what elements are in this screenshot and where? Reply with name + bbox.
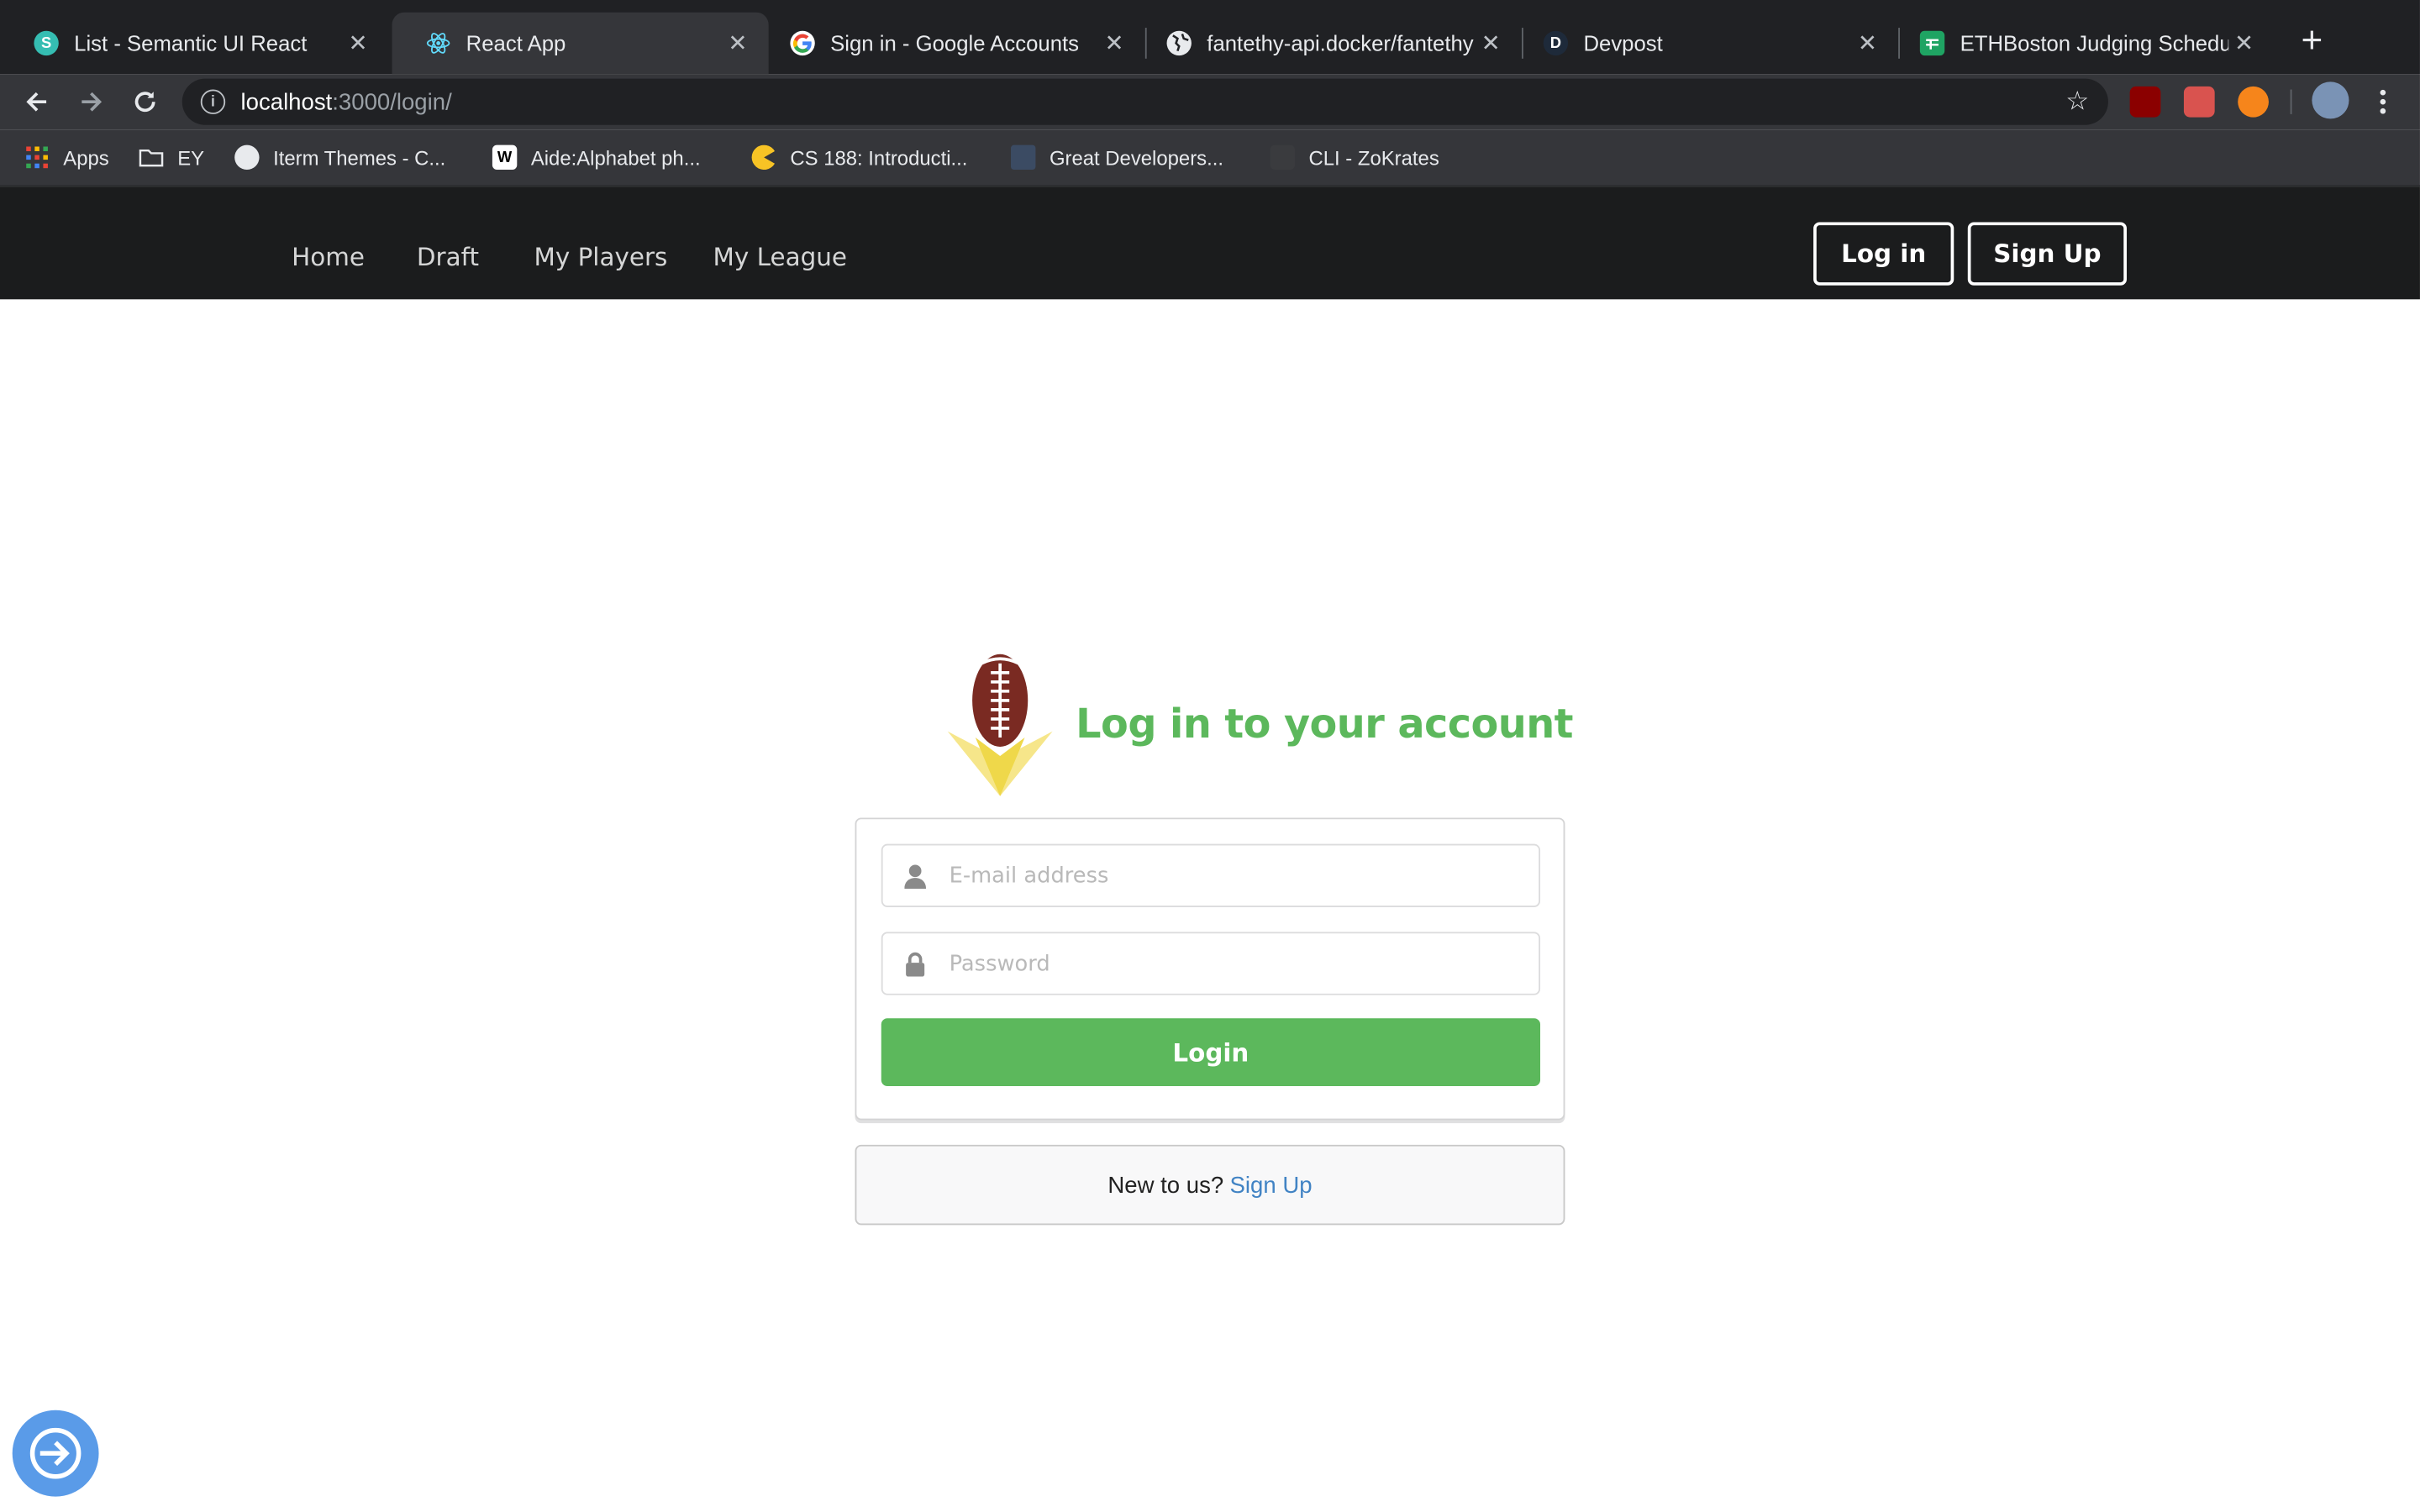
url-text: localhost:3000/login/	[240, 88, 452, 115]
password-field[interactable]	[881, 932, 1541, 995]
enter-arrow-icon	[29, 1427, 82, 1479]
football-logo-icon	[947, 654, 1053, 796]
address-bar[interactable]: i localhost:3000/login/ ☆	[182, 78, 2108, 125]
bookmark-zokrates[interactable]: CLI - ZoKrates	[1270, 142, 1439, 173]
lock-icon	[902, 951, 927, 976]
bookmark-apps[interactable]: Apps	[24, 142, 109, 173]
nav-my-league[interactable]: My League	[713, 242, 847, 271]
signup-message: New to us? Sign Up	[855, 1144, 1565, 1226]
browser-tab-strip: S List - Semantic UI React ✕ React App ✕…	[0, 0, 2420, 75]
reload-icon[interactable]	[122, 79, 168, 125]
close-icon[interactable]: ✕	[2228, 29, 2260, 57]
bookmark-iterm-themes[interactable]: Iterm Themes - C...	[234, 142, 445, 173]
google-favicon-icon	[790, 30, 815, 56]
react-favicon-icon	[426, 31, 450, 55]
apps-grid-icon	[24, 145, 49, 170]
nav-my-players[interactable]: My Players	[534, 242, 667, 271]
bookmark-star-icon[interactable]: ☆	[2046, 87, 2107, 118]
close-icon[interactable]: ✕	[723, 29, 754, 57]
tab-semantic-ui[interactable]: S List - Semantic UI React ✕	[0, 13, 389, 74]
toolbar-separator	[2290, 89, 2292, 114]
signup-nav-button[interactable]: Sign Up	[1967, 222, 2127, 286]
login-header: Log in to your account	[944, 648, 1573, 802]
globe-icon	[1166, 30, 1192, 56]
ublock-extension-icon[interactable]	[2129, 86, 2161, 118]
bookmark-ey[interactable]: EY	[139, 142, 204, 173]
profile-avatar[interactable]	[2312, 81, 2349, 119]
forward-arrow-icon[interactable]	[68, 79, 114, 125]
globe-icon	[234, 144, 260, 171]
pacman-icon	[751, 144, 776, 171]
bookmark-great-developers[interactable]: Great Developers...	[1011, 142, 1223, 173]
info-icon[interactable]: i	[200, 89, 226, 114]
nav-home[interactable]: Home	[292, 242, 365, 271]
devpost-favicon-icon: D	[1543, 30, 1569, 56]
site-favicon-icon	[1011, 144, 1036, 171]
user-icon	[902, 864, 927, 889]
folder-icon	[139, 145, 164, 170]
close-icon[interactable]: ✕	[1476, 29, 1507, 57]
semantic-ui-favicon-icon: S	[34, 30, 59, 56]
bookmark-aide-alphabet[interactable]: W Aide:Alphabet ph...	[492, 142, 701, 173]
app-navbar: Home Draft My Players My League Log in S…	[0, 186, 2420, 300]
new-tab-plus-icon[interactable]: +	[2293, 18, 2330, 65]
browser-toolbar: i localhost:3000/login/ ☆	[0, 74, 2420, 130]
tab-react-app[interactable]: React App ✕	[392, 12, 769, 75]
wikipedia-icon: W	[492, 144, 518, 171]
close-icon[interactable]: ✕	[343, 29, 374, 57]
screen: S List - Semantic UI React ✕ React App ✕…	[0, 0, 2420, 1512]
new-user-prompt: New to us?	[1107, 1171, 1224, 1199]
floating-login-button[interactable]	[12, 1410, 99, 1497]
tab-devpost[interactable]: D Devpost ✕	[1509, 13, 1898, 74]
google-sheets-icon	[1919, 30, 1945, 56]
back-arrow-icon[interactable]	[14, 79, 60, 125]
close-icon[interactable]: ✕	[1852, 29, 1883, 57]
login-nav-button[interactable]: Log in	[1813, 222, 1954, 286]
email-input[interactable]	[945, 861, 1539, 890]
signup-link[interactable]: Sign Up	[1230, 1172, 1313, 1198]
page-title: Log in to your account	[1076, 701, 1573, 748]
bookmarks-bar: Apps EY Iterm Themes - C... W Aide:Alpha…	[0, 129, 2420, 187]
password-input[interactable]	[945, 949, 1539, 978]
metamask-fox-icon[interactable]	[2238, 86, 2269, 118]
bookmark-cs188[interactable]: CS 188: Introducti...	[751, 142, 967, 173]
login-button[interactable]: Login	[881, 1018, 1541, 1087]
nav-draft[interactable]: Draft	[417, 242, 479, 271]
tab-google-signin[interactable]: Sign in - Google Accounts ✕	[756, 13, 1145, 74]
kebab-menu-icon[interactable]	[2360, 79, 2406, 125]
login-form: Login	[855, 817, 1565, 1121]
site-favicon-icon	[1270, 144, 1295, 171]
close-icon[interactable]: ✕	[1099, 29, 1130, 57]
tab-fantethy-api[interactable]: fantethy-api.docker/fantethy ✕	[1133, 13, 1522, 74]
extension-icon[interactable]	[2183, 86, 2215, 118]
tab-ethboston-schedule[interactable]: ETHBoston Judging Schedule ✕	[1886, 13, 2275, 74]
email-field[interactable]	[881, 843, 1541, 907]
